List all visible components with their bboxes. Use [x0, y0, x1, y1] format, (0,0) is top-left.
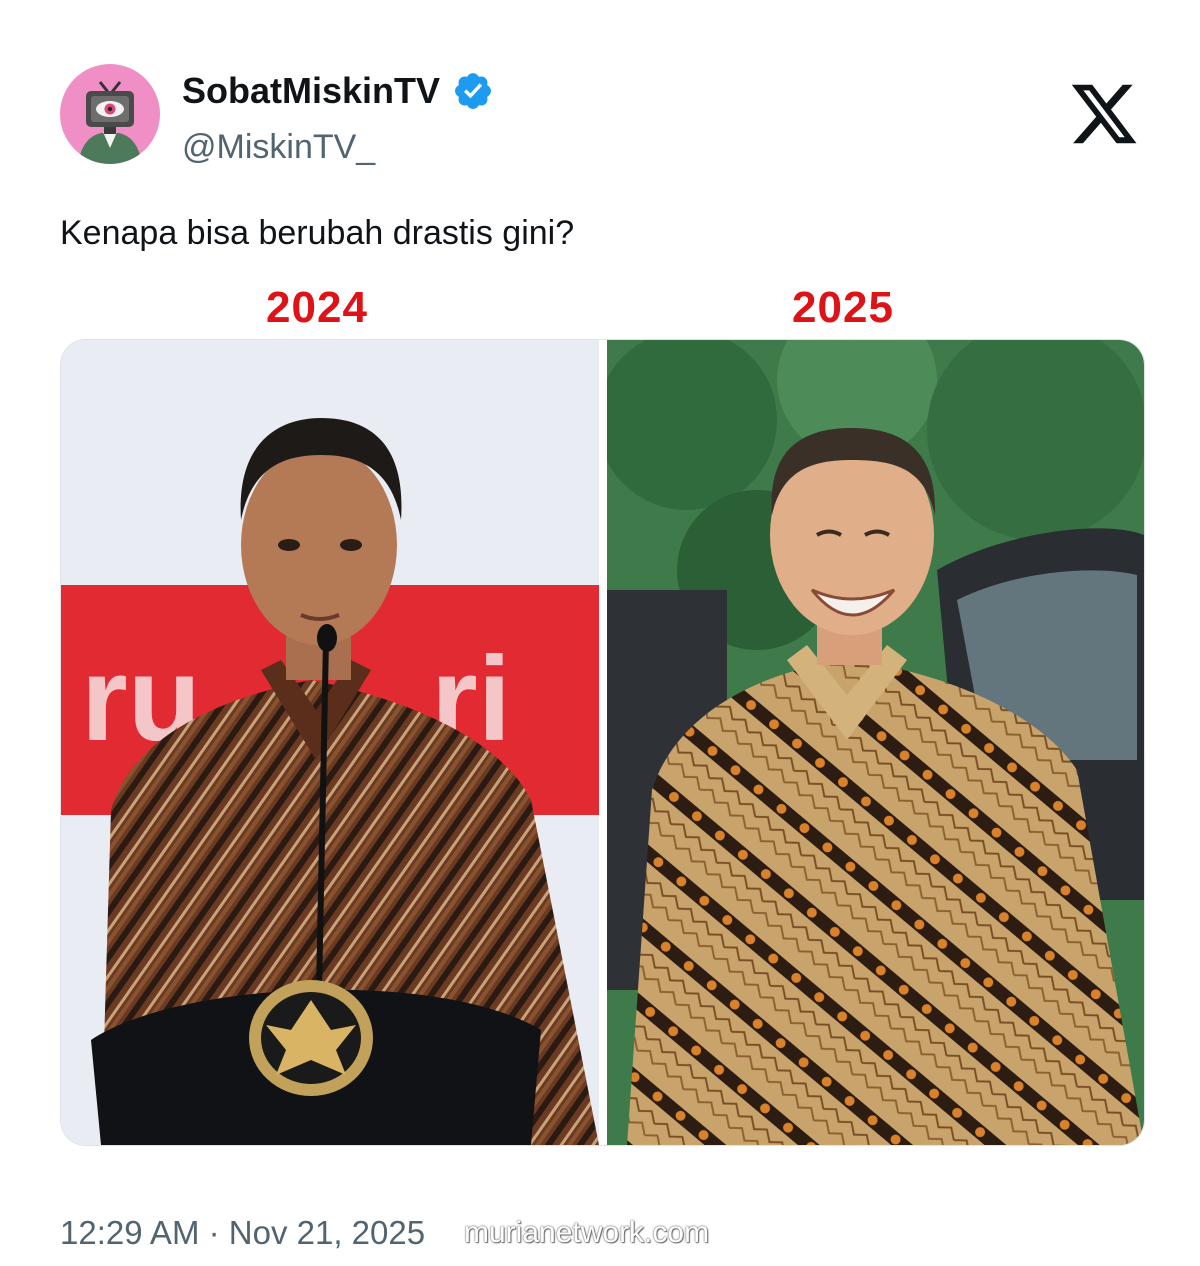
- tweet-media[interactable]: ru ri: [60, 339, 1145, 1146]
- tweet-text: Kenapa bisa berubah drastis gini?: [60, 214, 575, 252]
- man-smiling-outdoors-photo[interactable]: [607, 340, 1144, 1145]
- year-label-right: 2025: [792, 283, 894, 332]
- x-logo-icon[interactable]: [1068, 78, 1140, 150]
- tv-eye-avatar-icon: [78, 81, 142, 164]
- handle[interactable]: @MiskinTV_: [182, 128, 375, 167]
- display-name[interactable]: SobatMiskinTV: [182, 70, 440, 112]
- verified-badge-icon: [455, 73, 491, 109]
- man-at-podium-photo[interactable]: ru ri: [61, 340, 599, 1145]
- watermark: murianetwork.com: [464, 1216, 710, 1249]
- tweet-timestamp[interactable]: 12:29 AM · Nov 21, 2025: [60, 1214, 425, 1252]
- avatar[interactable]: [60, 64, 160, 164]
- display-name-row[interactable]: SobatMiskinTV: [182, 70, 494, 112]
- year-label-left: 2024: [266, 283, 368, 332]
